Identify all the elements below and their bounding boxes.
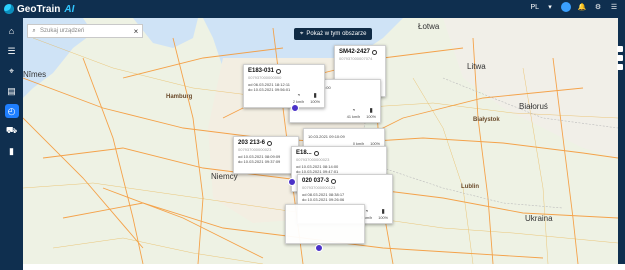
card-time-to: do 10.03.2021 09:26:06	[302, 197, 345, 202]
close-icon[interactable]: ×	[130, 27, 142, 36]
avatar[interactable]	[561, 2, 571, 12]
card-speed: 41 km/h	[346, 115, 361, 119]
show-in-area-button[interactable]: ⌖ Pokaż w tym obszarze	[294, 28, 373, 40]
sidebar-item-schedule[interactable]: ◴	[4, 104, 19, 118]
zoom-out-button[interactable]	[617, 55, 623, 61]
device-serial: 007937000000000	[248, 75, 282, 80]
menu-icon[interactable]: ☰	[609, 2, 619, 12]
zoom-in-button[interactable]	[617, 46, 623, 52]
sidebar-item-home[interactable]: ⌂	[5, 24, 19, 38]
search-input[interactable]: Szukaj urządzeń	[40, 28, 130, 34]
map-label-latvia: Łotwa	[418, 22, 440, 31]
language-selector[interactable]: PL	[530, 4, 539, 11]
battery-icon: ▮	[381, 209, 385, 215]
sidebar-item-train[interactable]: ⛟	[5, 124, 19, 138]
list-icon: ☰	[7, 45, 16, 56]
speed-icon: ◔	[296, 93, 301, 99]
card-battery: 100%	[310, 100, 320, 104]
map-label-ukraine: Ukraina	[525, 214, 553, 223]
search-icon: ⌕	[32, 27, 36, 34]
top-right-tools: PL ▾ 🔔 ⚙ ☰	[530, 2, 619, 12]
device-card-stacked[interactable]	[285, 204, 365, 244]
device-id: SM42-2427	[339, 49, 371, 55]
device-serial: 007937000007074	[339, 56, 373, 61]
app-name-suffix: AI	[64, 3, 75, 15]
train-icon: ⛟	[5, 125, 18, 135]
map-label-lithuania: Litwa	[467, 62, 486, 71]
home-icon: ⌂	[8, 26, 15, 36]
info-icon[interactable]	[267, 140, 273, 146]
battery-icon: ▮	[369, 108, 373, 114]
sidebar-item-map[interactable]: ⌖	[5, 64, 19, 78]
speed-icon: ◔	[351, 108, 356, 114]
map-label-bialystok: Białystok	[473, 117, 500, 123]
device-marker[interactable]	[315, 244, 323, 252]
app-name: GeoTrain	[17, 3, 61, 15]
card-time-to: do 10.03.2021 09:37:09	[238, 159, 281, 164]
info-icon[interactable]	[331, 178, 337, 184]
sidebar-item-list[interactable]: ☰	[5, 44, 19, 58]
show-in-area-label: Pokaż w tym obszarze	[306, 31, 367, 37]
schedule-icon: ◴	[7, 105, 16, 116]
sidebar-item-stats[interactable]: ▮	[5, 144, 19, 158]
map-label-lublin: Lublin	[461, 184, 479, 190]
card-time: 10.03.2021 09:10:09	[308, 134, 345, 139]
location-icon: ⌖	[300, 30, 304, 37]
device-card[interactable]: E183-031 007937000000000 od 06.03.2021 1…	[243, 64, 325, 108]
card-battery: 100%	[366, 115, 376, 119]
device-serial: 007937000000123	[302, 185, 336, 190]
card-battery: 100%	[378, 216, 388, 220]
map-label-nimes: Nîmes	[23, 70, 47, 79]
chart-icon: ▮	[9, 145, 14, 156]
map-label-belarus: Białoruś	[519, 102, 548, 111]
device-serial: 007937000000023	[296, 157, 330, 162]
top-bar: GeoTrain AI PL ▾ 🔔 ⚙ ☰	[0, 0, 625, 18]
layers-button[interactable]	[617, 64, 623, 70]
device-id: 020 037-3	[302, 178, 330, 184]
info-icon[interactable]	[372, 49, 378, 55]
settings-icon[interactable]: ⚙	[593, 2, 603, 12]
device-card[interactable]: 203 213-6 007937000000023 od 10.03.2021 …	[233, 136, 299, 174]
device-id: E18...	[296, 150, 312, 156]
map-label-hamburg: Hamburg	[166, 94, 193, 100]
sidebar-item-report[interactable]: ▤	[5, 84, 19, 98]
zoom-controls	[617, 46, 625, 70]
device-id: E183-031	[248, 68, 275, 74]
info-icon[interactable]	[313, 150, 319, 156]
chevron-down-icon[interactable]: ▾	[545, 2, 555, 12]
app-logo[interactable]: GeoTrain AI	[0, 4, 74, 15]
device-serial: 007937000000023	[238, 147, 272, 152]
device-id: 203 213-6	[238, 140, 266, 146]
logo-icon	[4, 4, 14, 14]
device-marker[interactable]	[291, 104, 299, 112]
info-icon[interactable]	[276, 68, 282, 74]
report-icon: ▤	[7, 85, 16, 96]
map-view[interactable]: ⌕ Szukaj urządzeń × ⌖ Pokaż w tym obszar…	[23, 18, 618, 264]
search-box[interactable]: ⌕ Szukaj urządzeń ×	[27, 24, 143, 38]
right-rail	[617, 18, 625, 264]
map-icon: ⌖	[8, 65, 15, 76]
device-marker[interactable]	[288, 178, 296, 186]
bell-icon[interactable]: 🔔	[577, 2, 587, 12]
sidebar: ⌂ ☰ ⌖ ▤ ◴ ⛟ ▮	[0, 18, 23, 270]
card-time-to: do 10.03.2021 09:56:01	[248, 87, 291, 92]
battery-icon: ▮	[313, 93, 317, 99]
